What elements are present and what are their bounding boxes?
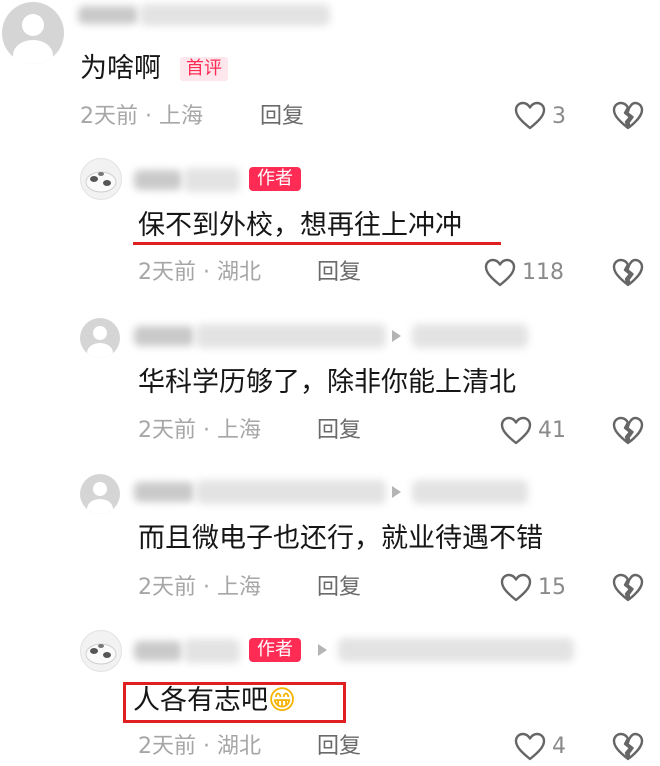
comment-text: 而且微电子也还行，就业待遇不错 — [138, 523, 543, 554]
reply-button[interactable]: 回复 — [317, 574, 361, 602]
reply-button[interactable]: 回复 — [317, 259, 361, 287]
broken-heart-icon[interactable] — [612, 101, 644, 131]
avatar[interactable] — [2, 2, 64, 64]
heart-outline-icon[interactable] — [484, 258, 516, 288]
reply-to-username-blurred — [338, 638, 574, 662]
author-badge: 作者 — [249, 638, 301, 662]
comment-text-content: 人各有志吧 — [133, 685, 268, 716]
username-blurred — [196, 324, 386, 348]
time-location: 2天前 · 上海 — [138, 575, 261, 600]
avatar[interactable] — [80, 158, 122, 200]
heart-outline-icon[interactable] — [500, 416, 532, 446]
like-count: 3 — [552, 104, 566, 129]
avatar[interactable] — [80, 630, 122, 672]
reply-to-username-blurred — [412, 480, 528, 504]
heart-outline-icon[interactable] — [514, 732, 546, 762]
avatar[interactable] — [80, 318, 120, 358]
heart-outline-icon[interactable] — [514, 101, 546, 131]
comment-text: 华科学历够了，除非你能上清北 — [138, 367, 516, 398]
reply-to-username-blurred — [412, 324, 528, 348]
author-badge: 作者 — [249, 167, 301, 191]
username-blurred — [184, 639, 240, 663]
grin-emoji-icon: 😁 — [268, 685, 297, 716]
reply-arrow-icon — [392, 330, 401, 342]
like-count: 4 — [552, 734, 566, 759]
reply-arrow-icon — [392, 486, 401, 498]
comment-text: 保不到外校，想再往上冲冲 — [138, 210, 462, 241]
reply-arrow-icon — [318, 644, 327, 656]
time-location: 2天前 · 上海 — [138, 418, 261, 443]
reply-button[interactable]: 回复 — [260, 103, 304, 131]
comment-text: 为啥啊 — [80, 53, 161, 84]
time-location: 2天前 · 上海 — [80, 104, 203, 129]
username-blurred — [140, 4, 330, 26]
username-blurred[interactable] — [78, 6, 138, 24]
like-count: 118 — [522, 260, 564, 285]
comment-text: 人各有志吧😁 — [133, 684, 296, 718]
first-comment-badge: 首评 — [180, 57, 228, 81]
broken-heart-icon[interactable] — [612, 258, 644, 288]
time-location: 2天前 · 湖北 — [138, 734, 261, 759]
username-blurred — [184, 168, 240, 192]
reply-button[interactable]: 回复 — [317, 417, 361, 445]
username-blurred[interactable] — [134, 170, 182, 190]
broken-heart-icon[interactable] — [612, 573, 644, 603]
broken-heart-icon[interactable] — [612, 732, 644, 762]
time-location: 2天前 · 湖北 — [138, 260, 261, 285]
username-blurred — [196, 480, 386, 504]
highlight-underline — [133, 242, 501, 245]
username-blurred[interactable] — [134, 326, 194, 346]
heart-outline-icon[interactable] — [500, 573, 532, 603]
username-blurred[interactable] — [134, 482, 194, 502]
broken-heart-icon[interactable] — [612, 416, 644, 446]
reply-button[interactable]: 回复 — [317, 733, 361, 761]
like-count: 15 — [538, 575, 566, 600]
avatar[interactable] — [80, 474, 120, 514]
username-blurred[interactable] — [134, 641, 182, 661]
like-count: 41 — [538, 418, 566, 443]
